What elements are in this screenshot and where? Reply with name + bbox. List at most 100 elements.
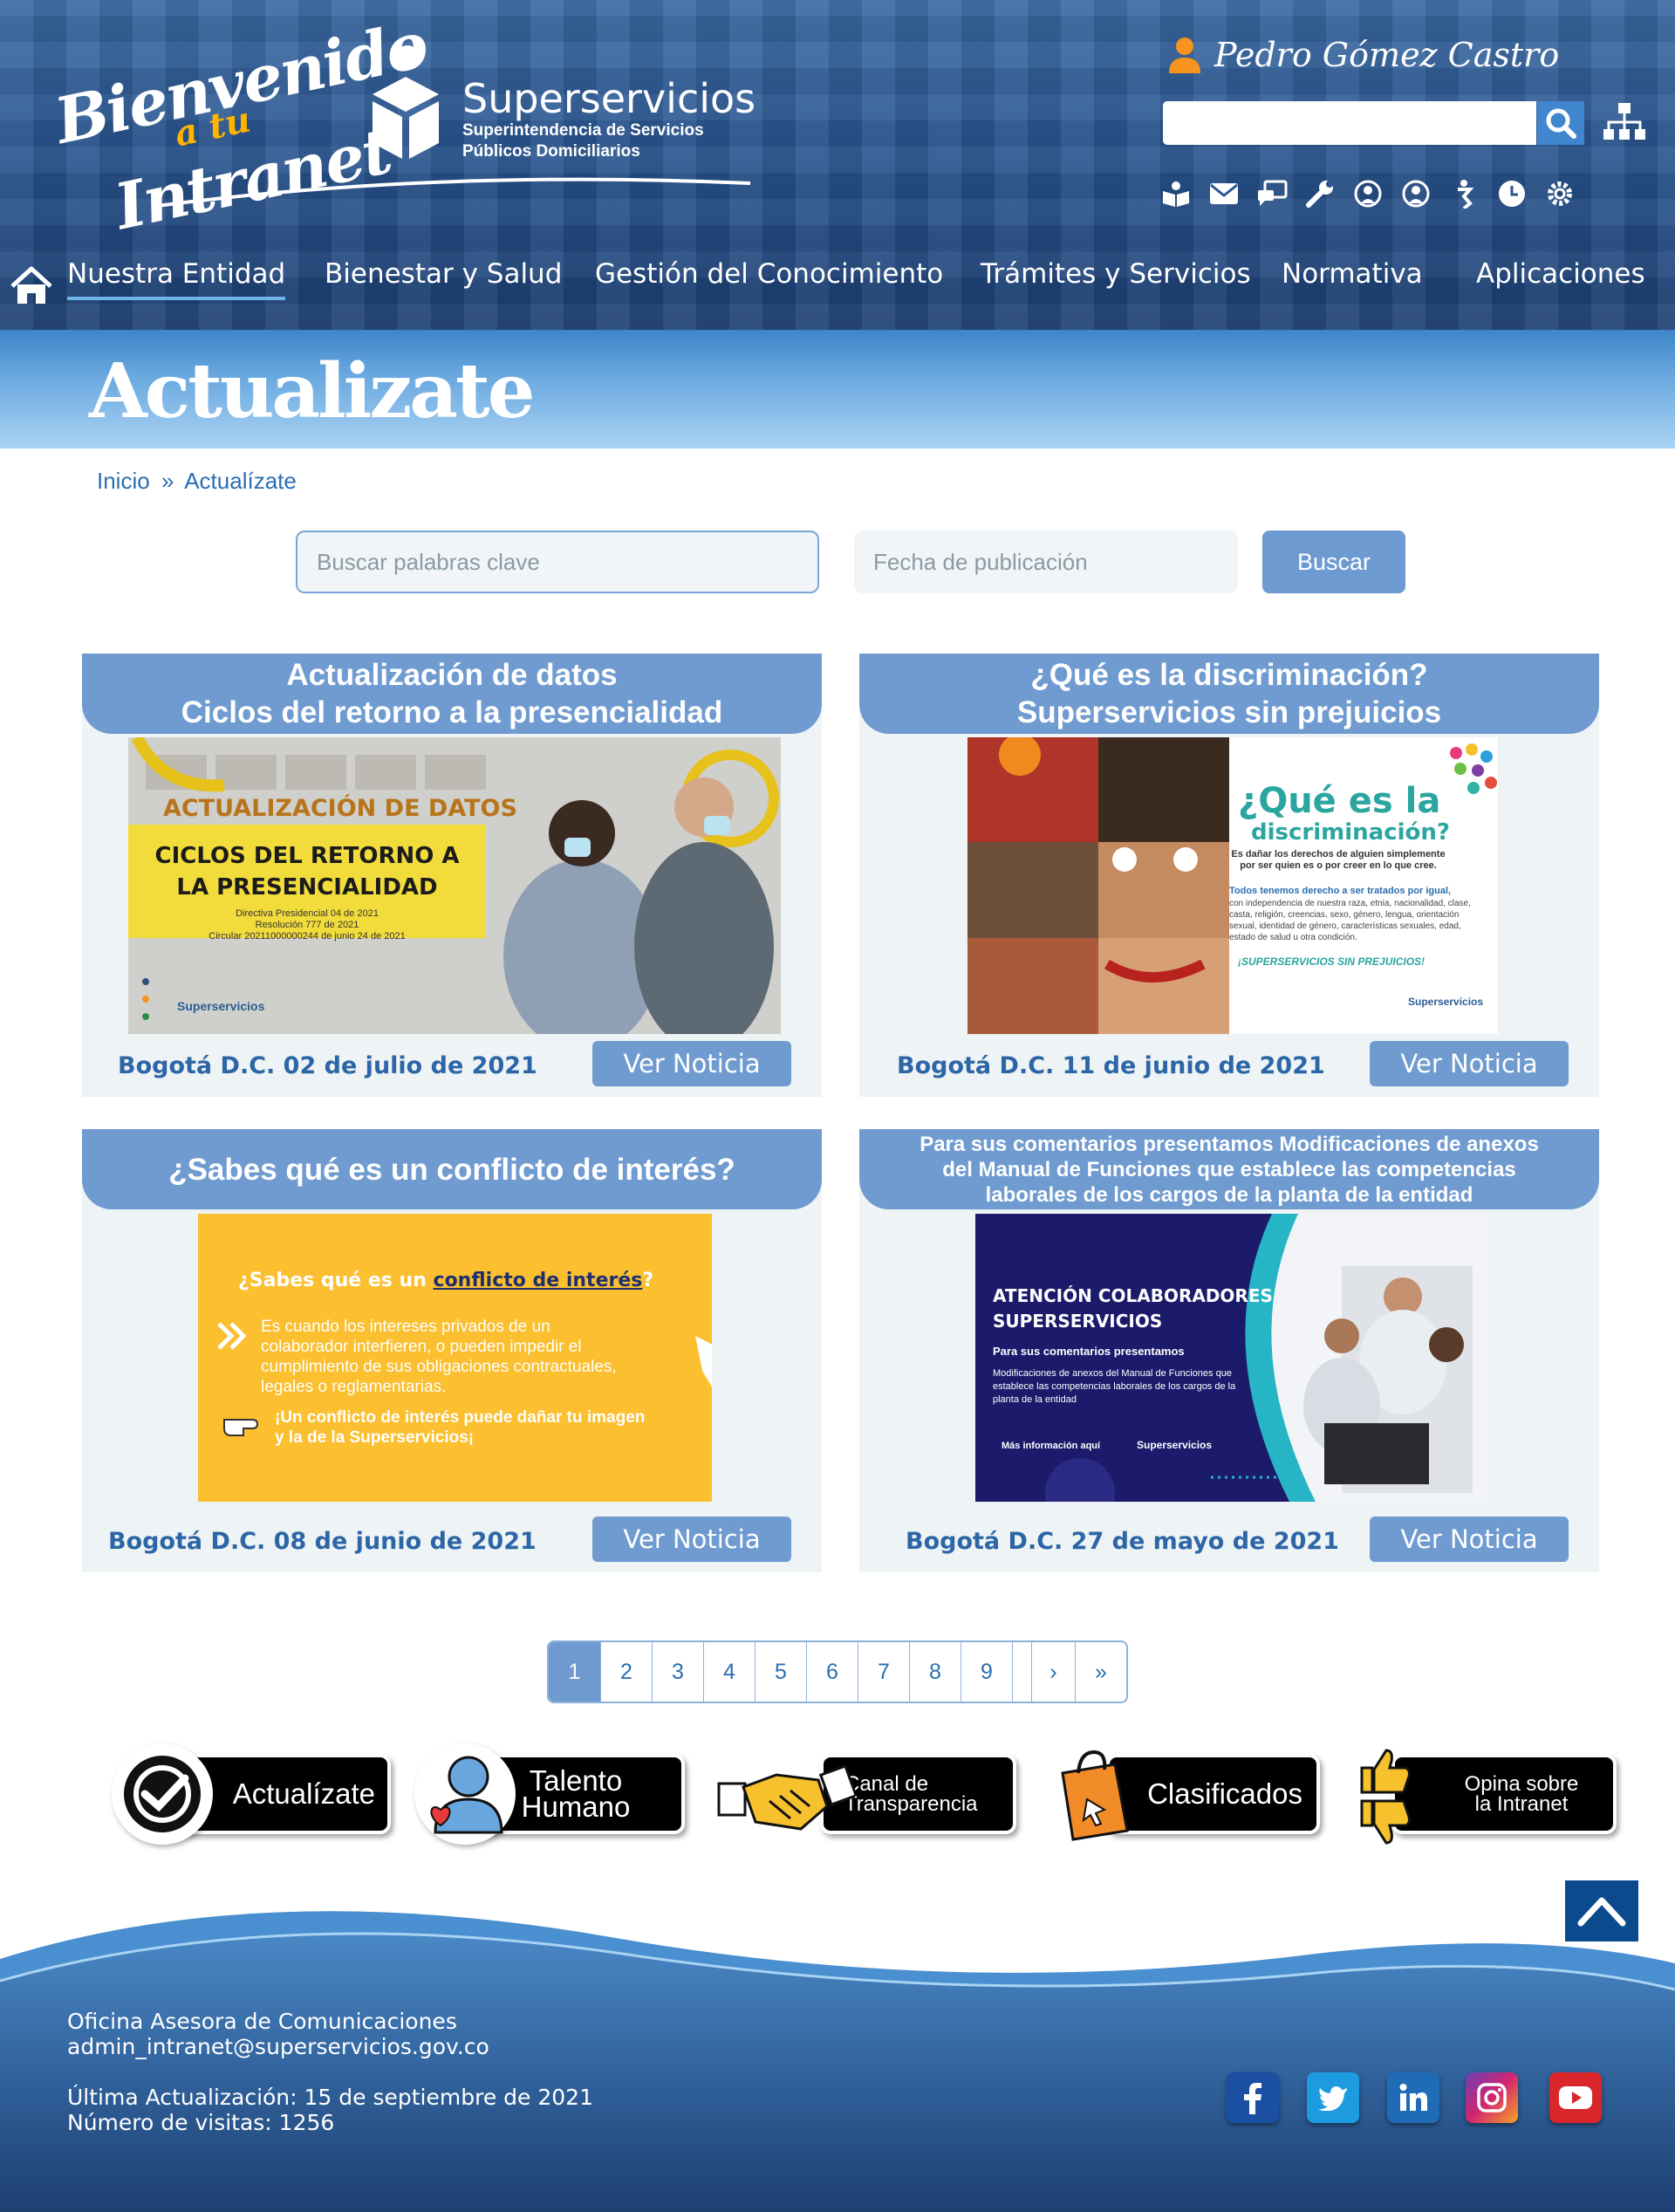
image-body-text: Es cuando los intereses privados de un c… xyxy=(261,1318,617,1396)
header-toolbar xyxy=(1160,178,1576,209)
next-page-link[interactable]: › xyxy=(1032,1642,1076,1702)
image-paragraph-3: con independencia de nuestra raza, etnia… xyxy=(1229,899,1471,942)
clock-icon[interactable] xyxy=(1496,178,1528,209)
news-card-title[interactable]: ¿Qué es la discriminación? Superservicio… xyxy=(859,654,1599,734)
nav-gestion-conocimiento[interactable]: Gestión del Conocimiento xyxy=(595,258,943,290)
accessibility-icon[interactable] xyxy=(1448,178,1480,209)
page-2-link[interactable]: 2 xyxy=(601,1642,653,1702)
image-main-line: LA PRESENCIALIDAD xyxy=(176,874,438,901)
logo-subtitle: Superintendencia de Servicios Públicos D… xyxy=(462,120,742,162)
image-question-text: ¿Sabes qué es un xyxy=(238,1270,434,1291)
nav-nuestra-entidad[interactable]: Nuestra Entidad xyxy=(67,258,286,300)
page-5-link[interactable]: 5 xyxy=(755,1642,807,1702)
superservicios-mark-icon xyxy=(373,45,439,159)
page-ellipsis xyxy=(1013,1642,1032,1702)
page-3-link[interactable]: 3 xyxy=(653,1642,704,1702)
page-1-link[interactable]: 1 xyxy=(549,1642,601,1702)
page-9-link[interactable]: 9 xyxy=(961,1642,1013,1702)
image-sub-heading: Para sus comentarios presentamos xyxy=(993,1345,1185,1358)
image-body-text: Modificaciones de anexos del Manual de F… xyxy=(993,1368,1236,1405)
breadcrumb-separator: » xyxy=(161,468,174,494)
chevron-up-icon xyxy=(1577,1897,1626,1927)
news-card-title-line: ¿Sabes qué es un conflicto de interés? xyxy=(168,1152,735,1187)
wrench-icon[interactable] xyxy=(1304,178,1336,209)
book-icon[interactable] xyxy=(1160,178,1192,209)
sitemap-icon[interactable] xyxy=(1602,101,1647,141)
support-alt-icon[interactable] xyxy=(1400,178,1432,209)
image-warning-text: ¡Un conflicto de interés puede dañar tu … xyxy=(275,1408,646,1447)
quick-link-text: Canal de xyxy=(844,1772,929,1796)
quick-link-label: Opina sobre la Intranet xyxy=(1391,1754,1617,1834)
image-small-text: Directiva Presidencial 04 de 2021 Resolu… xyxy=(128,908,486,942)
home-icon[interactable] xyxy=(9,265,54,307)
image-slogan: ¡SUPERSERVICIOS SIN PREJUICIOS! xyxy=(1238,955,1425,968)
image-headline: ¿Qué es la xyxy=(1238,781,1441,821)
news-card-title[interactable]: Actualización de datos Ciclos del retorn… xyxy=(82,654,822,734)
support-icon[interactable] xyxy=(1352,178,1384,209)
news-card-title-line: Superservicios sin prejuicios xyxy=(1016,695,1442,729)
main-navigation: Nuestra Entidad Bienestar y Salud Gestió… xyxy=(0,253,1675,314)
footer-email[interactable]: admin_intranet@superservicios.gov.co xyxy=(67,2034,489,2059)
image-heading: ATENCIÓN COLABORADORES SUPERSERVICIOS xyxy=(993,1284,1273,1334)
filter-search-button[interactable]: Buscar xyxy=(1262,531,1405,593)
settings-icon[interactable] xyxy=(1544,178,1576,209)
page-8-link[interactable]: 8 xyxy=(910,1642,961,1702)
header-search-button[interactable] xyxy=(1537,101,1584,145)
nav-aplicaciones[interactable]: Aplicaciones xyxy=(1476,258,1645,290)
site-header: Bienvenido a tu Intranet Superservicios … xyxy=(0,0,1675,330)
mail-icon[interactable] xyxy=(1208,178,1240,209)
news-card-title[interactable]: Para sus comentarios presentamos Modific… xyxy=(859,1129,1599,1209)
breadcrumb-home[interactable]: Inicio xyxy=(97,468,150,494)
ver-noticia-button[interactable]: Ver Noticia xyxy=(1370,1041,1569,1086)
page-7-link[interactable]: 7 xyxy=(858,1642,910,1702)
quick-link-text: Transparencia xyxy=(844,1792,978,1816)
quick-link-text: Clasificados xyxy=(1147,1777,1302,1810)
twitter-icon[interactable] xyxy=(1307,2072,1359,2123)
quick-link-canal-transparencia[interactable]: Canal de Transparencia xyxy=(715,1743,1016,1848)
image-question-mark: ? xyxy=(642,1270,654,1291)
news-card: Para sus comentarios presentamos Modific… xyxy=(859,1129,1599,1572)
back-to-top-button[interactable] xyxy=(1565,1880,1638,1941)
quick-link-talento-humano[interactable]: Talento Humano xyxy=(414,1743,685,1848)
news-card-image[interactable]: ATENCIÓN COLABORADORES SUPERSERVICIOS Pa… xyxy=(975,1214,1490,1502)
quick-link-actualizate[interactable]: Actualízate xyxy=(112,1743,393,1848)
quick-link-opina-intranet[interactable]: Opina sobre la Intranet xyxy=(1357,1743,1617,1848)
quick-link-clasificados[interactable]: Clasificados xyxy=(1054,1743,1320,1848)
header-search-input[interactable] xyxy=(1163,101,1536,145)
image-main-text: CICLOS DEL RETORNO A LA PRESENCIALIDAD xyxy=(128,840,486,903)
news-card-title-line: Para sus comentarios presentamos Modific… xyxy=(920,1132,1539,1156)
image-small-line: Directiva Presidencial 04 de 2021 xyxy=(236,908,379,919)
breadcrumb: Inicio » Actualízate xyxy=(97,468,302,495)
refresh-check-icon xyxy=(112,1743,213,1845)
ver-noticia-button[interactable]: Ver Noticia xyxy=(1370,1517,1569,1562)
image-heading: ACTUALIZACIÓN DE DATOS xyxy=(163,795,517,822)
news-card: ¿Sabes qué es un conflicto de interés? ¿… xyxy=(82,1129,822,1572)
news-card-image[interactable]: ¿Qué es la discriminación? Es dañar los … xyxy=(967,737,1498,1034)
welcome-swoosh xyxy=(157,177,750,208)
page-6-link[interactable]: 6 xyxy=(807,1642,858,1702)
publication-date-input[interactable] xyxy=(854,531,1238,593)
page-4-link[interactable]: 4 xyxy=(704,1642,755,1702)
user-profile[interactable]: Pedro Gómez Castro xyxy=(1169,33,1559,77)
nav-tramites-servicios[interactable]: Trámites y Servicios xyxy=(981,258,1251,290)
news-card-image[interactable]: ACTUALIZACIÓN DE DATOS CICLOS DEL RETORN… xyxy=(128,737,781,1034)
footer-visit-count: Número de visitas: 1256 xyxy=(67,2110,335,2135)
news-card-title[interactable]: ¿Sabes qué es un conflicto de interés? xyxy=(82,1129,822,1209)
nav-normativa[interactable]: Normativa xyxy=(1282,258,1423,290)
double-chevron-icon xyxy=(217,1322,247,1350)
news-card: ¿Qué es la discriminación? Superservicio… xyxy=(859,654,1599,1097)
superservicios-logo[interactable]: Superservicios Superintendencia de Servi… xyxy=(371,44,755,166)
linkedin-icon[interactable] xyxy=(1387,2072,1439,2123)
facebook-icon[interactable] xyxy=(1227,2072,1279,2123)
keyword-search-input[interactable] xyxy=(296,531,819,593)
quick-link-text: Humano xyxy=(521,1791,631,1823)
last-page-link[interactable]: » xyxy=(1076,1642,1126,1702)
instagram-icon[interactable] xyxy=(1466,2072,1518,2123)
ver-noticia-button[interactable]: Ver Noticia xyxy=(592,1041,791,1086)
chat-icon[interactable] xyxy=(1256,178,1288,209)
news-card-image[interactable]: ¿Sabes qué es un conflicto de interés? E… xyxy=(198,1214,712,1502)
youtube-icon[interactable] xyxy=(1549,2072,1602,2123)
image-question: ¿Sabes qué es un conflicto de interés? xyxy=(238,1270,653,1291)
nav-bienestar-salud[interactable]: Bienestar y Salud xyxy=(325,258,562,290)
ver-noticia-button[interactable]: Ver Noticia xyxy=(592,1517,791,1562)
